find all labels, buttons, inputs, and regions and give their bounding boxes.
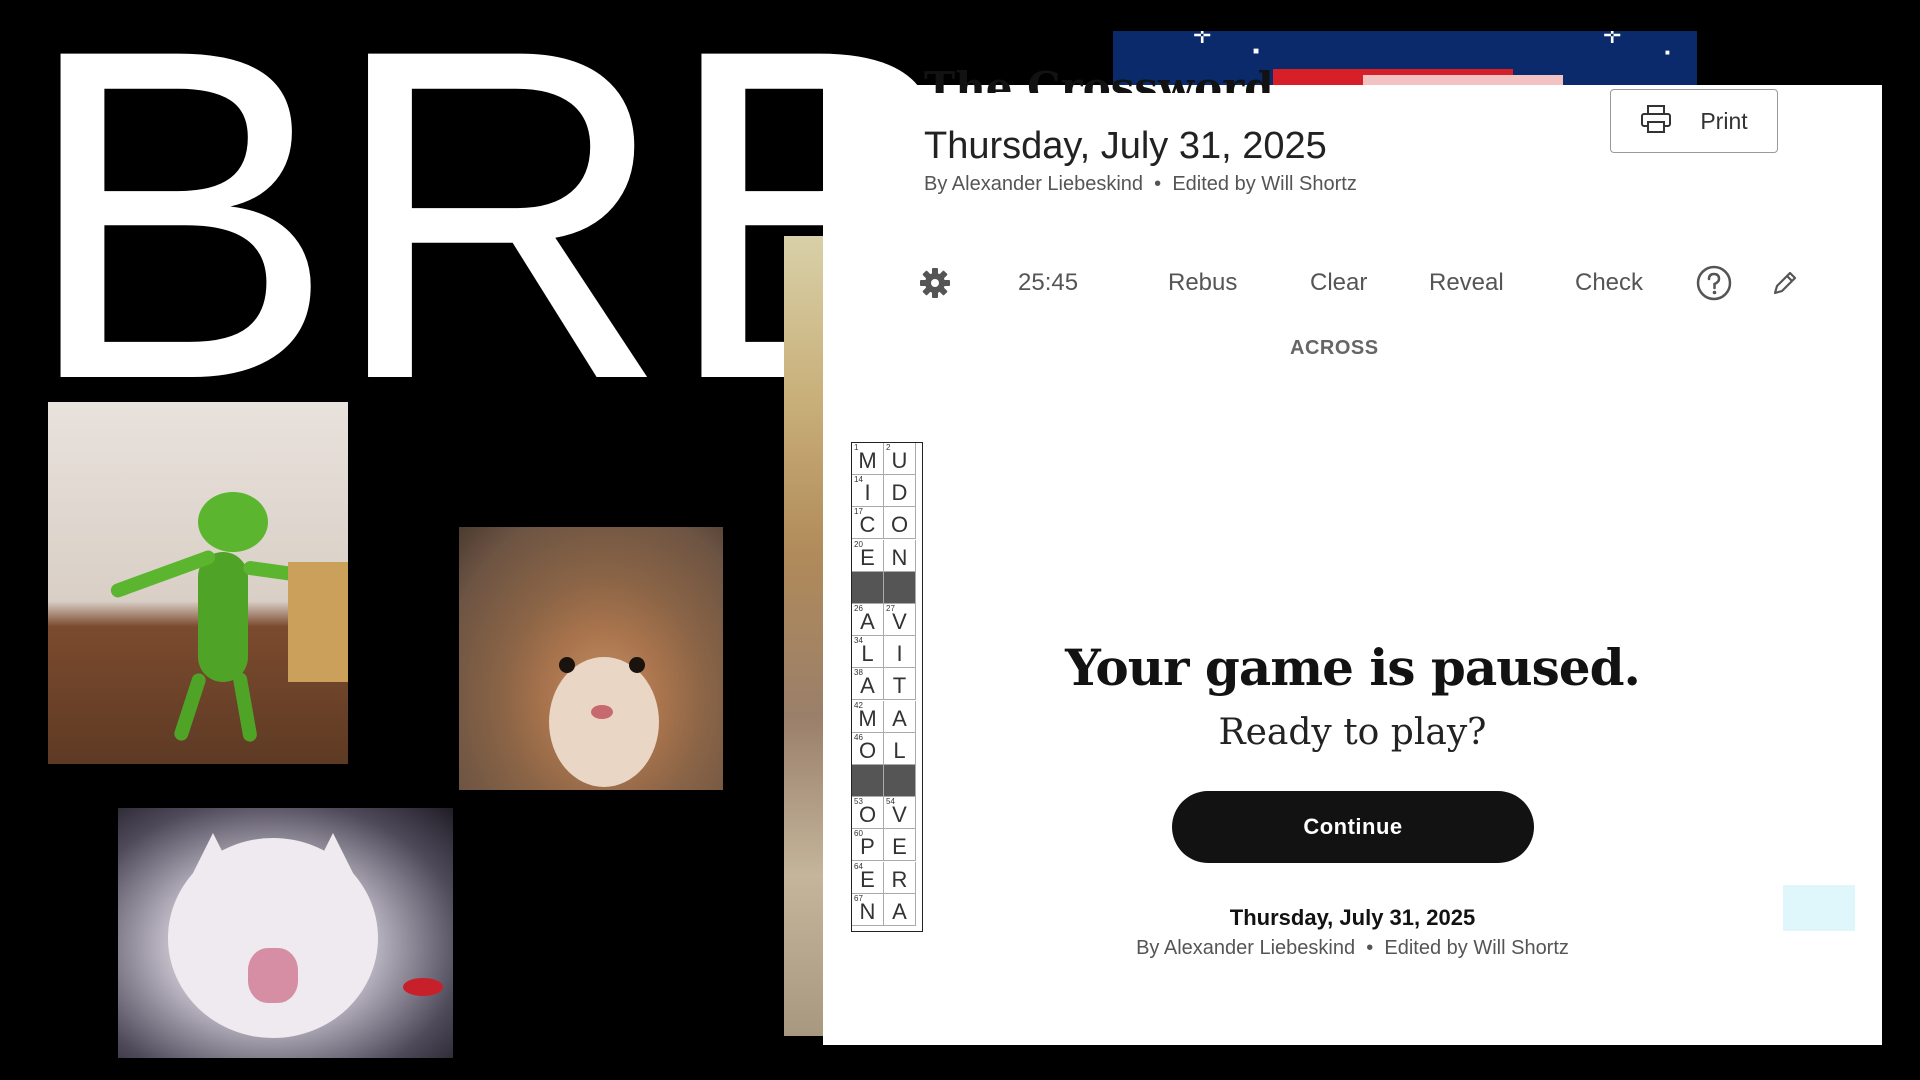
hamster-image [459, 527, 723, 790]
printer-icon [1640, 104, 1672, 139]
puzzle-timer[interactable]: 25:45 [1018, 257, 1078, 309]
pause-byline-separator: • [1366, 937, 1374, 959]
puzzle-title: The Crossword [924, 67, 1274, 93]
grid-cell-black [884, 571, 916, 604]
grid-cell-letter: R [891, 866, 908, 892]
grid-cell-black [852, 571, 884, 604]
grid-cell-black [852, 765, 884, 797]
grid-cell[interactable]: 26 A [852, 604, 884, 636]
grid-cell[interactable]: E [884, 829, 916, 862]
grid-cell[interactable]: 54 V [884, 797, 916, 830]
check-menu-button[interactable]: Check [1575, 257, 1643, 309]
clue-list-highlight [1783, 885, 1855, 931]
puzzle-date: Thursday, July 31, 2025 [924, 125, 1327, 167]
print-label: Print [1700, 107, 1748, 134]
pause-puzzle-byline: By Alexander Liebeskind • Edited by Will… [823, 937, 1882, 960]
gear-icon[interactable] [918, 257, 952, 309]
crossword-panel: The Crossword Thursday, July 31, 2025 By… [823, 67, 1882, 1045]
grid-cell[interactable]: 1M [852, 443, 884, 475]
grid-cell-number: 1 [854, 443, 859, 452]
grid-cell[interactable]: 64 E [852, 861, 884, 894]
grid-cell[interactable]: 20 E [852, 539, 884, 572]
grid-cell-black [884, 765, 916, 797]
grid-cell-number: 26 [854, 604, 863, 613]
grid-cell-number: 42 [854, 700, 863, 710]
grid-cell-letter: E [892, 834, 907, 860]
grid-cell-number: 54 [886, 797, 895, 807]
grid-cell-number: 2 [886, 443, 891, 452]
grid-cell-letter: N [891, 544, 908, 570]
grid-cell[interactable]: 60 P [852, 829, 884, 862]
pause-title: Your game is paused. [1065, 638, 1641, 697]
pause-author-name: By Alexander Liebeskind [1136, 937, 1356, 959]
grid-cell[interactable]: O [884, 507, 916, 540]
grid-cell-letter: O [890, 512, 909, 538]
grid-cell-letter: I [864, 480, 871, 506]
grid-cell-letter: M [858, 448, 877, 473]
grid-cell-number: 60 [854, 829, 863, 839]
pause-subtitle: Ready to play? [1218, 712, 1487, 753]
grid-cell-letter: U [891, 448, 908, 473]
clear-menu-button[interactable]: Clear [1310, 257, 1367, 309]
pause-puzzle-date: Thursday, July 31, 2025 [1229, 905, 1476, 930]
grid-cell-letter: D [891, 480, 908, 506]
reveal-menu-button[interactable]: Reveal [1429, 257, 1504, 309]
editor-name: Edited by Will Shortz [1172, 173, 1357, 195]
print-button[interactable]: Print [1610, 89, 1778, 153]
frog-image [48, 402, 348, 764]
pencil-icon[interactable] [1770, 257, 1800, 309]
grid-cell-number: 67 [854, 893, 863, 903]
across-clues-heading: ACROSS [1290, 337, 1379, 359]
grid-cell[interactable]: R [884, 861, 916, 894]
grid-cell-number: 20 [854, 539, 863, 549]
continue-button[interactable]: Continue [1172, 791, 1534, 863]
author-name: By Alexander Liebeskind [924, 173, 1144, 195]
grid-cell-number: 64 [854, 861, 863, 871]
puzzle-toolbar: 25:45 Rebus Clear Reveal Check [898, 257, 1838, 309]
grid-cell-number: 27 [886, 604, 895, 613]
pause-editor-name: Edited by Will Shortz [1384, 937, 1569, 959]
grid-cell-number: 53 [854, 797, 863, 807]
partial-image-strip [784, 236, 824, 1036]
grid-cell[interactable]: 2U [884, 443, 916, 475]
grid-cell[interactable]: 53 O [852, 797, 884, 830]
help-circle-icon[interactable] [1695, 257, 1733, 309]
grid-cell[interactable]: N [884, 539, 916, 572]
grid-cell[interactable]: D [884, 475, 916, 508]
grid-cell[interactable]: 17 C [852, 507, 884, 540]
grid-cell[interactable]: 27 V [884, 604, 916, 636]
puzzle-byline: By Alexander Liebeskind • Edited by Will… [924, 173, 1357, 196]
rebus-button[interactable]: Rebus [1168, 257, 1237, 309]
cat-image [118, 808, 453, 1058]
grid-cell-number: 14 [854, 475, 863, 485]
grid-cell[interactable]: 14 I [852, 475, 884, 508]
grid-cell-number: 17 [854, 507, 863, 517]
byline-separator: • [1154, 173, 1162, 195]
